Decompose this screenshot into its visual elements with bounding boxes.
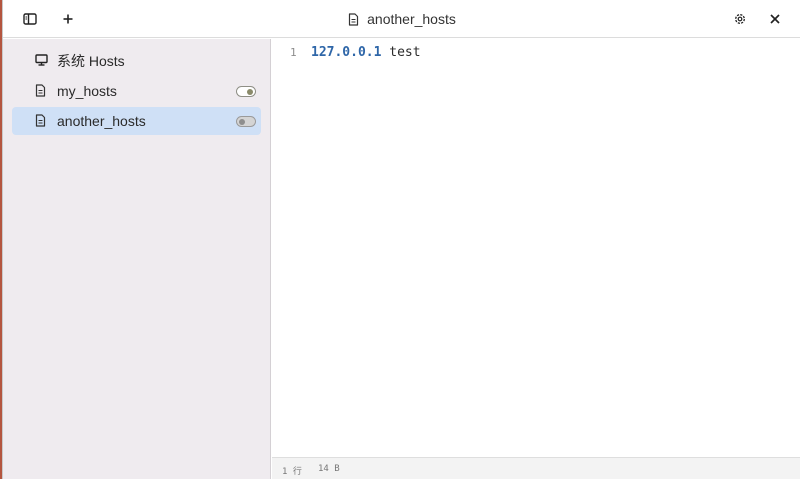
line-count: 1 行 bbox=[282, 467, 302, 477]
file-icon bbox=[348, 12, 359, 26]
sidebar-item-label: 系统 Hosts bbox=[57, 53, 125, 69]
sidebar-item-another-hosts[interactable]: another_hosts bbox=[12, 107, 261, 135]
settings-button[interactable] bbox=[730, 9, 750, 29]
window-title: another_hosts bbox=[3, 0, 800, 38]
add-hosts-button[interactable] bbox=[58, 9, 78, 29]
file-icon bbox=[35, 114, 46, 127]
toggle-sidebar-button[interactable] bbox=[20, 9, 40, 29]
sidebar-item-label: my_hosts bbox=[57, 83, 117, 99]
hosts-sidebar: 系统 Hosts my_hosts another_hosts bbox=[3, 39, 271, 479]
sidebar-item-system-hosts[interactable]: 系统 Hosts bbox=[12, 47, 261, 75]
hosts-enable-toggle[interactable] bbox=[236, 86, 256, 97]
plus-icon bbox=[63, 14, 73, 24]
app-window: another_hosts 系统 Hosts my_hosts another_… bbox=[2, 0, 800, 479]
file-size: 14 B bbox=[318, 464, 340, 474]
close-icon bbox=[770, 14, 780, 24]
hostname: test bbox=[381, 45, 421, 60]
hosts-editor[interactable]: 1 127.0.0.1 test bbox=[272, 39, 800, 457]
line-number: 1 bbox=[290, 46, 297, 59]
sidebar-layout-icon bbox=[23, 13, 37, 25]
titlebar: another_hosts bbox=[3, 0, 800, 38]
gear-icon bbox=[735, 14, 745, 24]
sidebar-item-label: another_hosts bbox=[57, 113, 146, 129]
status-bar: 1 行 14 B bbox=[272, 457, 800, 479]
window-title-text: another_hosts bbox=[367, 11, 456, 27]
ip-address: 127.0.0.1 bbox=[311, 45, 382, 60]
hosts-enable-toggle[interactable] bbox=[236, 116, 256, 127]
sidebar-item-my-hosts[interactable]: my_hosts bbox=[12, 77, 261, 105]
file-icon bbox=[35, 84, 46, 97]
monitor-icon bbox=[35, 54, 48, 66]
close-button[interactable] bbox=[765, 9, 785, 29]
code-line[interactable]: 127.0.0.1 test bbox=[311, 45, 421, 61]
